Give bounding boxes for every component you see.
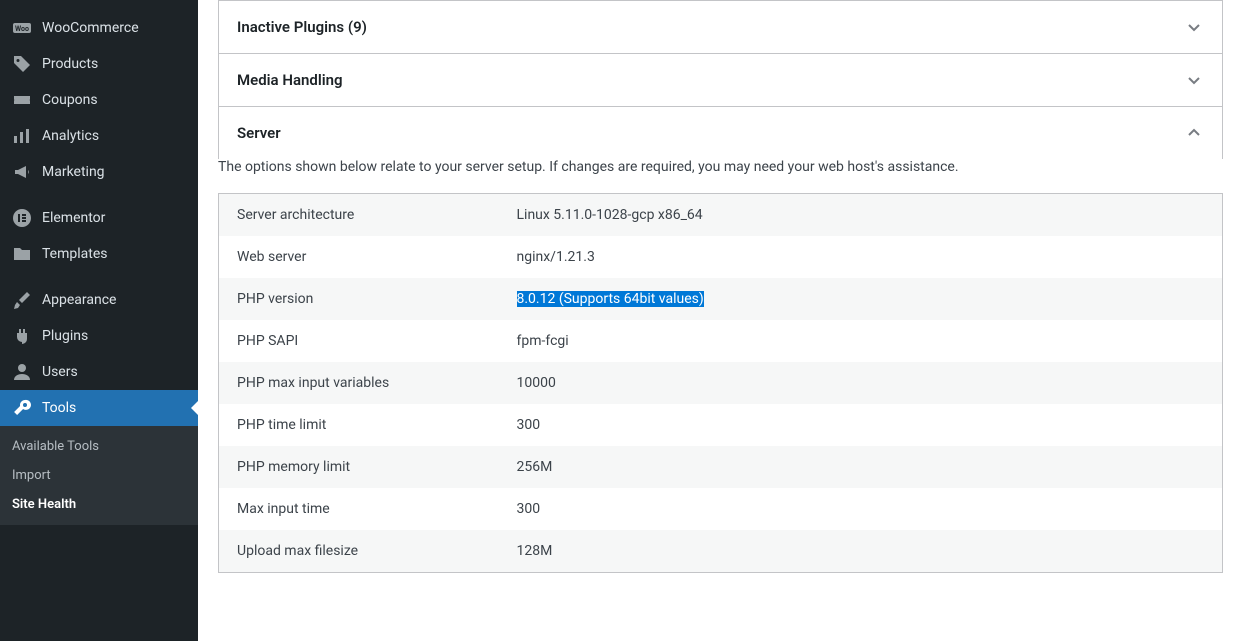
- row-key: Upload max filesize: [219, 530, 499, 573]
- row-value: 256M: [499, 446, 1223, 488]
- submenu-item-available-tools[interactable]: Available Tools: [0, 432, 198, 461]
- row-key: Web server: [219, 236, 499, 278]
- sidebar-item-marketing[interactable]: Marketing: [0, 154, 198, 190]
- sidebar-item-users[interactable]: Users: [0, 354, 198, 390]
- sidebar-item-products[interactable]: Products: [0, 46, 198, 82]
- table-row: Max input time 300: [219, 488, 1223, 530]
- panel-title: Inactive Plugins (9): [237, 18, 367, 36]
- sidebar-item-tools[interactable]: Tools: [0, 390, 198, 426]
- brush-icon: [12, 290, 32, 310]
- table-row: PHP max input variables 10000: [219, 362, 1223, 404]
- panel-header-media-handling[interactable]: Media Handling: [219, 54, 1222, 106]
- plug-icon: [12, 326, 32, 346]
- table-row: PHP memory limit 256M: [219, 446, 1223, 488]
- sidebar-item-label: Plugins: [42, 327, 88, 345]
- sidebar-item-label: Coupons: [42, 91, 98, 109]
- server-info-table: Server architecture Linux 5.11.0-1028-gc…: [218, 193, 1223, 573]
- panel-header-server[interactable]: Server: [219, 107, 1222, 159]
- chevron-down-icon: [1184, 70, 1204, 90]
- row-value: fpm-fcgi: [499, 320, 1223, 362]
- ticket-icon: [12, 90, 32, 110]
- main-content: Inactive Plugins (9) Media Handling Serv…: [198, 0, 1243, 641]
- folder-icon: [12, 244, 32, 264]
- sidebar-item-woocommerce[interactable]: Woo WooCommerce: [0, 10, 198, 46]
- sidebar-item-label: Marketing: [42, 163, 105, 181]
- woo-icon: Woo: [12, 18, 32, 38]
- row-value: 300: [499, 488, 1223, 530]
- panel-title: Media Handling: [237, 71, 343, 89]
- panel-media-handling: Media Handling: [218, 54, 1223, 107]
- sidebar-item-plugins[interactable]: Plugins: [0, 318, 198, 354]
- sidebar-item-label: Products: [42, 55, 98, 73]
- sidebar-item-elementor[interactable]: Elementor: [0, 200, 198, 236]
- panel-server: Server: [218, 107, 1223, 159]
- sidebar-item-label: Analytics: [42, 127, 99, 145]
- sidebar-item-label: WooCommerce: [42, 19, 139, 37]
- sidebar-item-label: Templates: [42, 245, 108, 263]
- user-icon: [12, 362, 32, 382]
- row-key: PHP memory limit: [219, 446, 499, 488]
- row-key: Max input time: [219, 488, 499, 530]
- table-row: Upload max filesize 128M: [219, 530, 1223, 573]
- table-row: PHP time limit 300: [219, 404, 1223, 446]
- row-key: PHP SAPI: [219, 320, 499, 362]
- chevron-up-icon: [1184, 123, 1204, 143]
- row-key: Server architecture: [219, 194, 499, 237]
- row-value: 128M: [499, 530, 1223, 573]
- tag-icon: [12, 54, 32, 74]
- panel-inactive-plugins: Inactive Plugins (9): [218, 0, 1223, 54]
- sidebar-item-label: Appearance: [42, 291, 116, 309]
- sidebar-item-analytics[interactable]: Analytics: [0, 118, 198, 154]
- row-key: PHP version: [219, 278, 499, 320]
- bars-icon: [12, 126, 32, 146]
- sidebar-item-label: Elementor: [42, 209, 105, 227]
- admin-sidebar: Woo WooCommerce Products Coupons Analyti…: [0, 0, 198, 641]
- chevron-down-icon: [1184, 17, 1204, 37]
- table-row: Web server nginx/1.21.3: [219, 236, 1223, 278]
- svg-text:Woo: Woo: [15, 25, 29, 33]
- table-row: Server architecture Linux 5.11.0-1028-gc…: [219, 194, 1223, 237]
- submenu-item-import[interactable]: Import: [0, 461, 198, 490]
- sidebar-item-label: Tools: [42, 399, 76, 417]
- megaphone-icon: [12, 162, 32, 182]
- panel-header-inactive-plugins[interactable]: Inactive Plugins (9): [219, 1, 1222, 53]
- row-value: nginx/1.21.3: [499, 236, 1223, 278]
- row-value: 300: [499, 404, 1223, 446]
- sidebar-item-templates[interactable]: Templates: [0, 236, 198, 272]
- sidebar-item-coupons[interactable]: Coupons: [0, 82, 198, 118]
- tools-submenu: Available Tools Import Site Health: [0, 426, 198, 525]
- table-row: PHP SAPI fpm-fcgi: [219, 320, 1223, 362]
- submenu-item-site-health[interactable]: Site Health: [0, 490, 198, 519]
- row-value: Linux 5.11.0-1028-gcp x86_64: [499, 194, 1223, 237]
- panel-title: Server: [237, 124, 281, 142]
- row-key: PHP time limit: [219, 404, 499, 446]
- sidebar-item-label: Users: [42, 363, 78, 381]
- highlighted-text: 8.0.12 (Supports 64bit values): [517, 291, 704, 307]
- elementor-icon: [12, 208, 32, 228]
- row-key: PHP max input variables: [219, 362, 499, 404]
- table-row: PHP version 8.0.12 (Supports 64bit value…: [219, 278, 1223, 320]
- sidebar-item-appearance[interactable]: Appearance: [0, 282, 198, 318]
- row-value: 8.0.12 (Supports 64bit values): [499, 278, 1223, 320]
- wrench-icon: [12, 398, 32, 418]
- server-description: The options shown below relate to your s…: [218, 159, 1223, 193]
- row-value: 10000: [499, 362, 1223, 404]
